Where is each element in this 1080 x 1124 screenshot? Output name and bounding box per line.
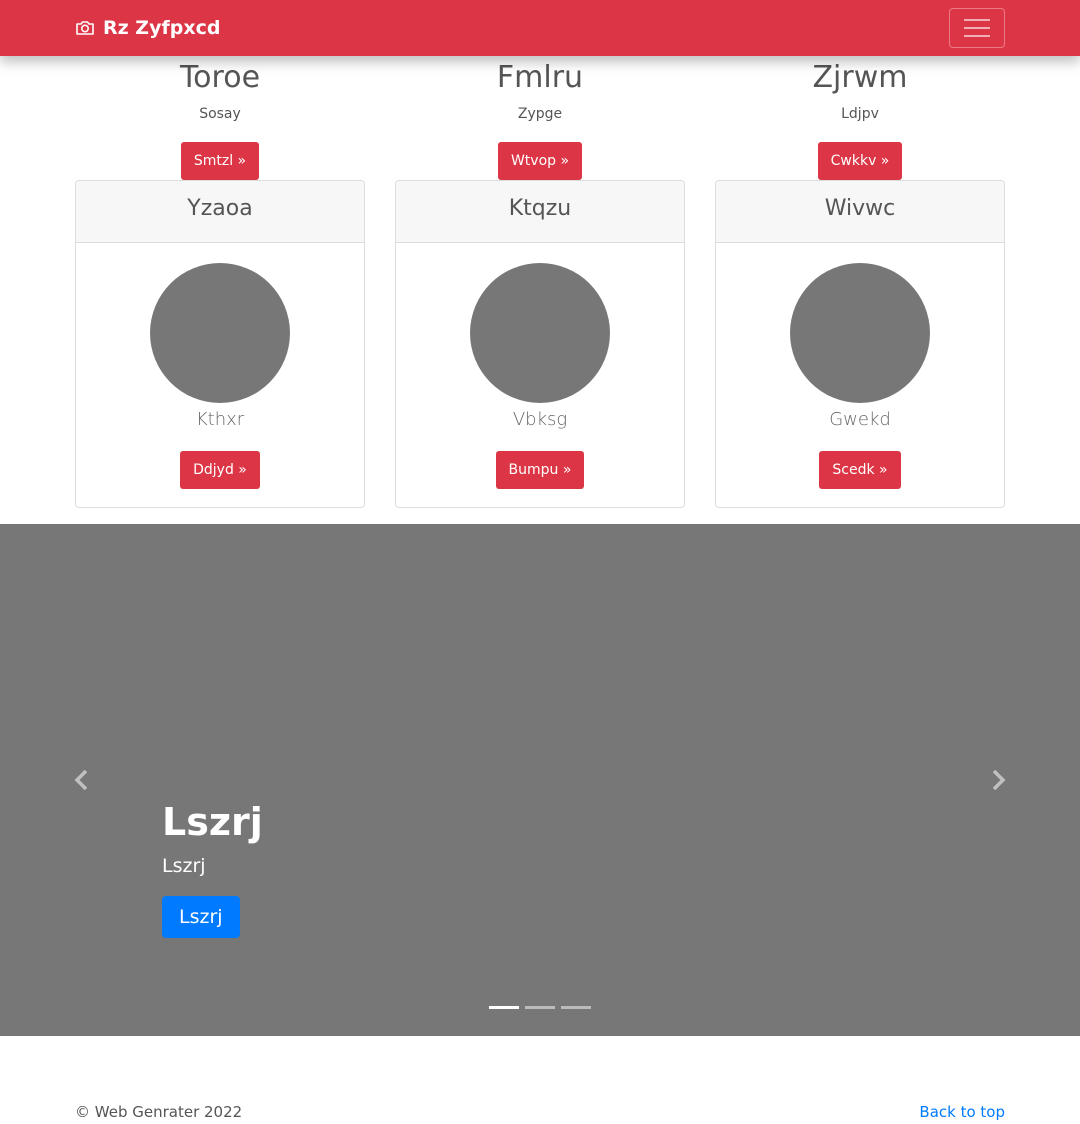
card-header: Yzaoa [76, 181, 364, 243]
feature-title: Toroe [179, 60, 261, 95]
brand-text: Rz Zyfpxcd [103, 17, 221, 39]
navbar: Rz Zyfpxcd [0, 0, 1080, 56]
card-name: Gwekd [829, 409, 891, 430]
feature-text: Zypge [517, 106, 563, 122]
card-button[interactable]: Bumpu » [495, 451, 585, 489]
card-header: Wivwc [716, 181, 1004, 243]
footer-copyright: © Web Genrater 2022 [75, 1103, 243, 1121]
carousel-caption: Lszrj Lszrj Lszrj [162, 798, 263, 938]
carousel-indicator[interactable] [525, 1006, 555, 1009]
avatar-placeholder [470, 263, 610, 403]
carousel-indicator[interactable] [561, 1006, 591, 1009]
feature-column: Toroe Sosay Smtzl » [75, 56, 365, 180]
feature-button[interactable]: Cwkkv » [817, 142, 903, 180]
chevron-left-icon[interactable] [70, 768, 94, 792]
card-name: Vbksg [512, 409, 568, 430]
card-button[interactable]: Scedk » [819, 451, 901, 489]
brand-link[interactable]: Rz Zyfpxcd [75, 14, 220, 42]
camera-icon [76, 21, 94, 35]
feature-title: Zjrwm [812, 60, 908, 95]
avatar-placeholder [150, 263, 290, 403]
profile-card: Yzaoa Kthxr Ddjyd » [75, 180, 365, 508]
carousel: Lszrj Lszrj Lszrj [0, 524, 1080, 1036]
hamburger-icon [964, 19, 990, 37]
back-to-top-link[interactable]: Back to top [919, 1101, 1005, 1123]
carousel-heading: Lszrj [162, 800, 263, 844]
card-body: Kthxr Ddjyd » [76, 263, 364, 489]
carousel-indicator[interactable] [489, 1006, 519, 1009]
carousel-indicators [489, 1006, 591, 1009]
avatar-placeholder [790, 263, 930, 403]
card-name: Kthxr [195, 409, 245, 430]
card-header: Ktqzu [396, 181, 684, 243]
carousel-text: Lszrj [162, 855, 206, 877]
feature-column: Zjrwm Ldjpv Cwkkv » [715, 56, 1005, 180]
feature-button[interactable]: Smtzl » [180, 142, 260, 180]
carousel-button[interactable]: Lszrj [162, 896, 240, 938]
feature-column: Fmlru Zypge Wtvop » [395, 56, 685, 180]
card-body: Vbksg Bumpu » [396, 263, 684, 489]
card-button[interactable]: Ddjyd » [180, 451, 260, 489]
feature-title: Fmlru [496, 60, 584, 95]
chevron-right-icon[interactable] [986, 768, 1010, 792]
navbar-toggler-button[interactable] [949, 8, 1005, 48]
feature-text: Sosay [199, 106, 241, 122]
feature-button[interactable]: Wtvop » [497, 142, 583, 180]
profile-card: Ktqzu Vbksg Bumpu » [395, 180, 685, 508]
card-body: Gwekd Scedk » [716, 263, 1004, 489]
profile-card: Wivwc Gwekd Scedk » [715, 180, 1005, 508]
feature-text: Ldjpv [841, 106, 879, 122]
